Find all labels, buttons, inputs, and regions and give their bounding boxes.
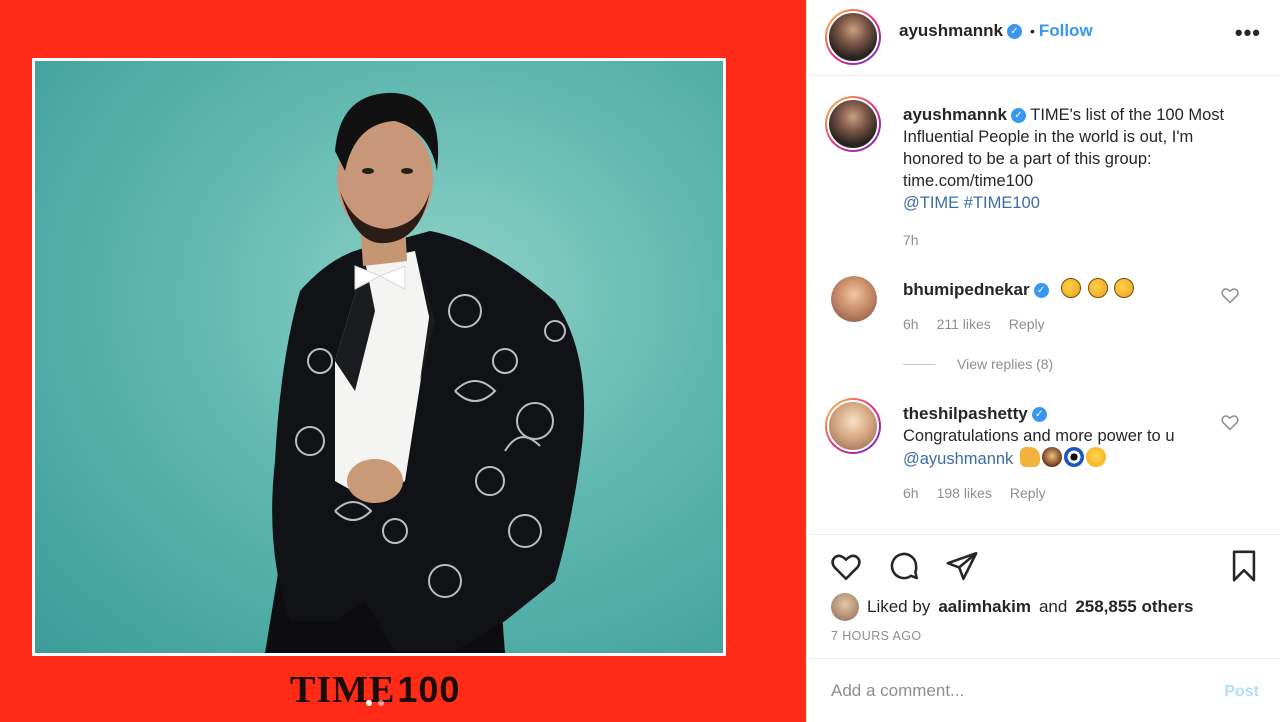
comment-likes[interactable]: 198 likes [937, 485, 992, 501]
evil-eye-emoji-icon [1063, 447, 1084, 467]
post-actions: Liked by aalimhakim and 258,855 others 7… [807, 534, 1280, 658]
comment-avatar[interactable] [825, 398, 881, 454]
caption-time[interactable]: 7h [903, 232, 919, 248]
verified-icon: ✓ [1006, 23, 1022, 39]
caption-username[interactable]: ayushmannk [903, 105, 1007, 124]
comment-avatar[interactable] [831, 276, 877, 322]
post-comment-button[interactable]: Post [1224, 683, 1259, 701]
comment-2: theshilpashetty ✓ Congratulations and mor… [903, 403, 1213, 470]
view-replies-label[interactable]: View replies (8) [957, 356, 1053, 372]
clap-emoji-icon [1061, 278, 1082, 298]
header-user: ayushmannk ✓ • Follow [899, 21, 1093, 41]
comment-username[interactable]: bhumipednekar [903, 280, 1030, 299]
verified-icon: ✓ [1031, 407, 1047, 423]
caption-mention[interactable]: @TIME [903, 194, 959, 212]
time-logo-number: 100 [397, 669, 461, 710]
comment-time[interactable]: 6h [903, 485, 919, 501]
verified-icon: ✓ [1010, 108, 1026, 124]
more-options-icon[interactable]: ••• [1235, 20, 1261, 46]
liked-by-prefix: Liked by [867, 597, 931, 616]
comment-time[interactable]: 6h [903, 316, 919, 332]
smile-emoji-icon [1085, 447, 1106, 467]
add-comment-bar: Post [807, 658, 1280, 722]
follow-button[interactable]: Follow [1039, 21, 1093, 41]
header-username[interactable]: ayushmannk [899, 21, 1003, 41]
reply-button[interactable]: Reply [1009, 316, 1045, 332]
bookmark-icon[interactable] [1227, 549, 1261, 583]
liked-by: Liked by aalimhakim and 258,855 others [831, 593, 1193, 621]
caption-avatar[interactable] [825, 96, 881, 152]
liker-avatar[interactable] [831, 593, 859, 621]
post-age[interactable]: 7 HOURS AGO [831, 629, 922, 643]
comment-username[interactable]: theshilpashetty [903, 404, 1028, 423]
muscle-emoji-icon [1019, 447, 1040, 467]
heart-icon[interactable] [829, 549, 863, 583]
liked-by-others[interactable]: 258,855 others [1075, 597, 1193, 617]
comment-likes[interactable]: 211 likes [937, 316, 991, 332]
separator-dot: • [1029, 23, 1035, 39]
comment-icon[interactable] [887, 549, 921, 583]
post-media[interactable]: TIME 100 [0, 0, 806, 722]
clap-emoji-icon [1114, 278, 1135, 298]
liked-by-and: and [1038, 597, 1068, 616]
comment-2-meta: 6h 198 likes Reply [903, 485, 1046, 501]
comment-like-heart-icon[interactable] [1220, 412, 1240, 432]
avatar[interactable] [825, 9, 881, 65]
comment-mention[interactable]: @ayushmannk [903, 450, 1013, 468]
post-photo[interactable] [35, 61, 723, 653]
carousel-dot [378, 700, 384, 706]
share-icon[interactable] [945, 549, 979, 583]
view-replies-button[interactable]: View replies (8) [903, 356, 1053, 372]
clap-emoji-icon [1087, 278, 1108, 298]
caption-hashtag[interactable]: #TIME100 [964, 194, 1040, 212]
portrait-illustration [265, 92, 585, 653]
replies-divider [903, 363, 935, 365]
post-sidebar: ayushmannk ✓ • Follow ••• ayushmannk ✓ TI… [806, 0, 1280, 722]
carousel-indicator [366, 700, 384, 706]
reply-button[interactable]: Reply [1010, 485, 1046, 501]
comment-1: bhumipednekar ✓ [903, 278, 1213, 301]
comment-like-heart-icon[interactable] [1220, 285, 1240, 305]
liked-by-user[interactable]: aalimhakim [938, 597, 1031, 617]
comment-1-meta: 6h 211 likes Reply [903, 316, 1045, 332]
comment-text: Congratulations and more power to u [903, 427, 1175, 445]
comment-emojis [1059, 278, 1135, 299]
post-header: ayushmannk ✓ • Follow ••• [807, 0, 1280, 76]
post-caption: ayushmannk ✓ TIME's list of the 100 Most … [903, 104, 1243, 214]
carousel-dot-active [366, 700, 372, 706]
bow-emoji-icon [1041, 447, 1062, 467]
comment-input[interactable] [831, 677, 1191, 705]
photo-frame [32, 58, 726, 656]
verified-icon: ✓ [1033, 283, 1049, 299]
